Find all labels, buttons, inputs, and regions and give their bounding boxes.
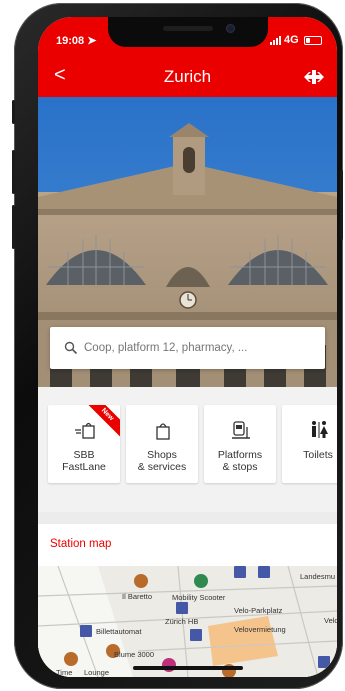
- battery-icon: [303, 35, 322, 45]
- phone-notch: [108, 17, 268, 47]
- tile-label: Shops & services: [126, 449, 198, 473]
- front-camera: [226, 24, 235, 33]
- map-label: Velovermietung: [234, 625, 286, 634]
- location-arrow-icon: ➤: [87, 35, 97, 47]
- tile-shops-services[interactable]: Shops & services: [126, 405, 198, 483]
- search-input[interactable]: Coop, platform 12, pharmacy, ...: [50, 327, 325, 369]
- silent-switch: [12, 100, 15, 124]
- map-pin-icon[interactable]: [194, 574, 208, 588]
- speaker: [163, 26, 213, 31]
- map-label: Time: [56, 668, 73, 677]
- tile-label-line: & stops: [222, 461, 258, 473]
- status-right: 4G: [270, 34, 322, 46]
- tile-toilets[interactable]: Toilets: [282, 405, 337, 483]
- section-divider: [38, 512, 337, 524]
- map-label: Landesmu: [300, 572, 336, 581]
- home-indicator[interactable]: [133, 666, 243, 670]
- status-time: 19:08 ➤: [56, 34, 96, 47]
- quick-tiles: New SBB FastLane Shops & services Platform…: [48, 405, 337, 483]
- tile-label: Platforms & stops: [204, 449, 276, 473]
- app-screen: 19:08 ➤ 4G < Zurich Coop, platform 12, p…: [38, 17, 337, 677]
- map-marker[interactable]: [258, 566, 270, 578]
- power-button: [340, 170, 343, 240]
- page-title: Zurich: [163, 67, 212, 86]
- search-placeholder: Coop, platform 12, pharmacy, ...: [84, 342, 248, 354]
- signal-icon: [270, 35, 281, 45]
- map-marker[interactable]: [190, 629, 202, 641]
- map-marker[interactable]: [234, 566, 246, 578]
- search-icon: [64, 341, 78, 355]
- tile-label: Toilets: [303, 449, 333, 461]
- tile-label-line: Shops: [147, 449, 177, 461]
- map-pin-icon[interactable]: [134, 574, 148, 588]
- map-label: Blume 3000: [114, 650, 155, 659]
- tile-label-line: & services: [137, 461, 187, 473]
- map-label: Il Baretto: [122, 592, 153, 601]
- map-label: Lounge: [84, 668, 110, 677]
- tile-platforms-stops[interactable]: Platforms & stops: [204, 405, 276, 483]
- map-pin-icon[interactable]: [64, 652, 78, 666]
- train-platform-icon: [232, 421, 250, 439]
- map-label: Zürich HB: [165, 617, 199, 626]
- station-map[interactable]: Il Baretto Mobility Scooter Zürich HB Bi…: [38, 566, 337, 677]
- tile-label-line: SBB: [73, 449, 95, 461]
- map-label: Mobility Scooter: [172, 593, 226, 602]
- shopping-bag-icon: [156, 423, 170, 440]
- shopping-bag-hand-icon: [75, 422, 95, 439]
- tile-sbb-fastlane[interactable]: New SBB FastLane: [48, 405, 120, 483]
- map-label: Velo: [324, 616, 337, 625]
- sbb-logo-icon[interactable]: [304, 70, 324, 84]
- volume-up-button: [12, 150, 15, 194]
- station-map-card[interactable]: Station map Il Baretto Mobility Scooter …: [38, 524, 337, 677]
- toilets-icon: [312, 421, 328, 438]
- tile-label-line: Platforms: [217, 449, 263, 461]
- map-marker[interactable]: [80, 625, 92, 637]
- tile-label-line: FastLane: [62, 461, 106, 473]
- map-label: Velo-Parkplatz: [234, 606, 283, 615]
- station-map-heading: Station map: [50, 538, 112, 550]
- map-marker[interactable]: [176, 602, 188, 614]
- map-label: Billettautomat: [96, 627, 142, 636]
- tile-label: SBB FastLane: [48, 449, 120, 473]
- network-label: 4G: [284, 34, 299, 46]
- status-time-text: 19:08: [56, 35, 85, 47]
- volume-down-button: [12, 205, 15, 249]
- map-marker[interactable]: [318, 656, 330, 668]
